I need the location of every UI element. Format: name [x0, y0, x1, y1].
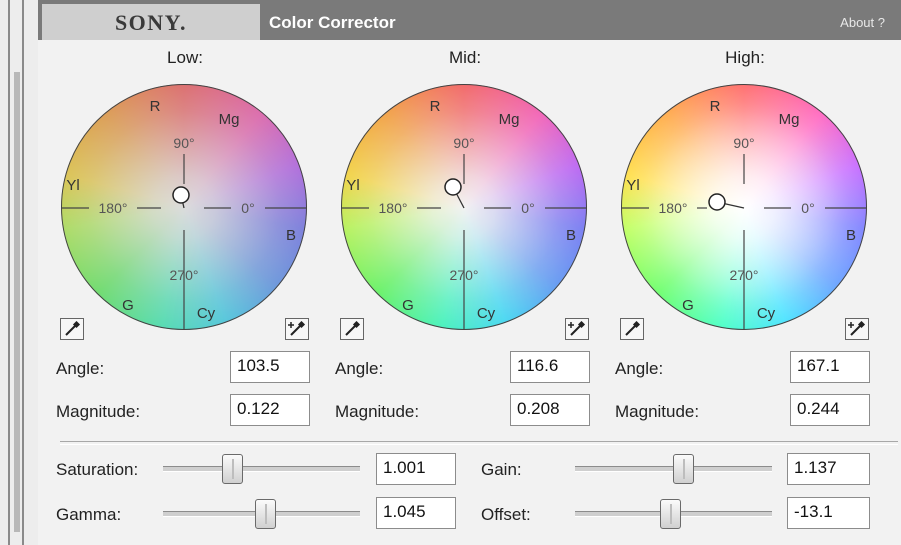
eyedropper-icon	[345, 321, 361, 336]
gain-field[interactable]: 1.137	[787, 453, 870, 485]
mid-angle-field[interactable]: 116.6	[510, 351, 590, 383]
low-wheel-label: Low:	[167, 48, 203, 67]
gamma-label: Gamma:	[56, 505, 122, 524]
eyedropper-plus-icon	[848, 321, 866, 336]
scroll-ridge	[14, 72, 20, 532]
high-eyedropper-button[interactable]	[620, 318, 644, 340]
low-magnitude-label: Magnitude:	[56, 402, 141, 421]
high-wheel-border	[621, 84, 867, 330]
low-eyedropper-add-button[interactable]	[285, 318, 309, 340]
high-angle-field[interactable]: 167.1	[790, 351, 870, 383]
section-divider	[60, 441, 898, 445]
slider-thumb[interactable]	[673, 454, 695, 484]
eyedropper-icon	[65, 321, 81, 336]
saturation-label: Saturation:	[56, 460, 139, 479]
eyedropper-plus-icon	[568, 321, 586, 336]
mid-angle-label: Angle:	[335, 359, 384, 378]
plugin-header: SONY. Color Corrector About ?	[38, 0, 901, 40]
mid-wheel-label: Mid:	[448, 48, 482, 67]
low-angle-label: Angle:	[56, 359, 105, 378]
mid-eyedropper-add-button[interactable]	[565, 318, 589, 340]
high-magnitude-label: Magnitude:	[615, 402, 700, 421]
low-wheel-border	[61, 84, 307, 330]
offset-field[interactable]: -13.1	[787, 497, 870, 529]
saturation-field[interactable]: 1.001	[376, 453, 456, 485]
left-strip	[0, 0, 39, 545]
eyedropper-plus-icon	[288, 321, 306, 336]
slider-thumb[interactable]	[221, 454, 243, 484]
eyedropper-icon	[625, 321, 641, 336]
left-border-line	[8, 0, 10, 545]
mid-wheel-border	[341, 84, 587, 330]
low-eyedropper-button[interactable]	[60, 318, 84, 340]
high-wheel-label: High:	[725, 48, 765, 67]
sony-logo: SONY.	[114, 10, 188, 35]
low-angle-field[interactable]: 103.5	[230, 351, 310, 383]
high-magnitude-field[interactable]: 0.244	[790, 394, 870, 426]
offset-label: Offset:	[481, 505, 531, 524]
mid-magnitude-label: Magnitude:	[335, 402, 420, 421]
plugin-title: Color Corrector	[269, 13, 396, 32]
left-border-line	[22, 0, 24, 545]
mid-magnitude-field[interactable]: 0.208	[510, 394, 590, 426]
gain-label: Gain:	[481, 460, 522, 479]
mid-eyedropper-button[interactable]	[340, 318, 364, 340]
gamma-field[interactable]: 1.045	[376, 497, 456, 529]
about-link[interactable]: About ?	[840, 0, 885, 40]
slider-track[interactable]	[163, 466, 360, 472]
sony-logo-box: SONY.	[42, 4, 260, 40]
slider-thumb[interactable]	[659, 499, 681, 529]
high-eyedropper-add-button[interactable]	[845, 318, 869, 340]
slider-thumb[interactable]	[255, 499, 277, 529]
high-angle-label: Angle:	[615, 359, 664, 378]
color-corrector-panel: SONY. Color Corrector About ? Low: 90° 1…	[38, 0, 901, 545]
low-magnitude-field[interactable]: 0.122	[230, 394, 310, 426]
